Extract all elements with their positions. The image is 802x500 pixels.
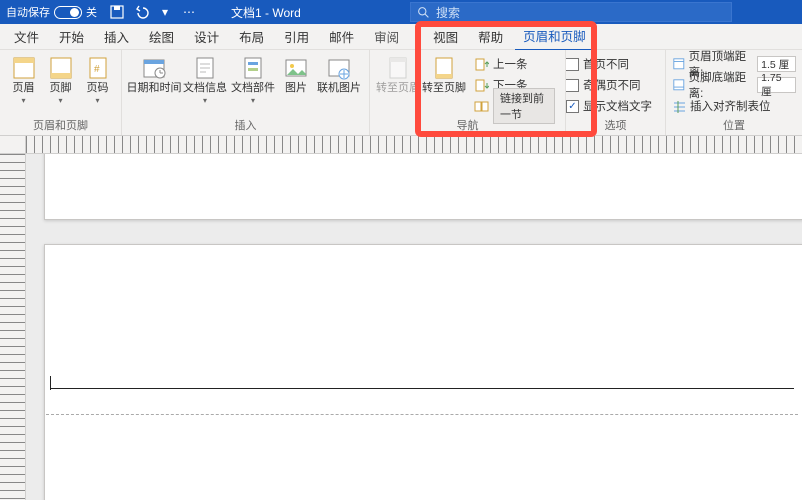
switch-icon [54, 6, 82, 19]
tab-view[interactable]: 视图 [425, 23, 466, 50]
tab-home[interactable]: 开始 [51, 23, 92, 50]
quick-access-toolbar: ▾ ⋯ [109, 4, 197, 20]
group-options: 首页不同 奇偶页不同 ✓ 显示文档文字 选项 [566, 50, 666, 135]
document-canvas[interactable] [26, 154, 802, 500]
group-label: 导航 [370, 116, 565, 135]
group-label: 插入 [122, 116, 369, 135]
group-header-footer: 页眉▾ 页脚▾ # 页码▾ 页眉和页脚 [0, 50, 122, 135]
tab-insert[interactable]: 插入 [96, 23, 137, 50]
tab-header-footer[interactable]: 页眉和页脚 [515, 22, 594, 51]
horizontal-ruler[interactable] [0, 136, 802, 154]
tab-mailings[interactable]: 邮件 [321, 23, 362, 50]
title-bar: 自动保存 关 ▾ ⋯ 文档1 - Word 搜索 [0, 0, 802, 24]
first-page-different-checkbox[interactable]: 首页不同 [566, 54, 629, 74]
chevron-down-icon: ▾ [21, 96, 25, 105]
footer-button[interactable]: 页脚▾ [43, 54, 78, 107]
online-pictures-icon [326, 56, 352, 80]
group-position: 页眉顶端距离: 1.5 厘 页脚底端距离: 1.75 厘 插入对齐制表位 位置 [666, 50, 802, 135]
page-number-button[interactable]: # 页码▾ [80, 54, 115, 107]
chevron-down-icon: ▾ [203, 96, 207, 105]
search-placeholder: 搜索 [436, 4, 460, 21]
checkbox-icon [566, 58, 579, 71]
save-icon[interactable] [109, 4, 125, 20]
ruler-corner [0, 136, 26, 153]
quick-parts-button[interactable]: 文档部件▾ [230, 54, 276, 107]
header-distance-value[interactable]: 1.5 厘 [757, 56, 796, 72]
doc-info-icon [192, 56, 218, 80]
header-boundary [46, 414, 798, 415]
chevron-down-icon: ▾ [58, 96, 62, 105]
vertical-ruler[interactable] [0, 154, 26, 500]
goto-header-icon [385, 56, 411, 80]
arrow-up-icon [474, 57, 489, 72]
autosave-toggle[interactable]: 自动保存 关 [6, 4, 97, 20]
tab-design[interactable]: 设计 [186, 23, 227, 50]
page-previous [44, 154, 802, 220]
header-button[interactable]: 页眉▾ [6, 54, 41, 107]
group-label: 位置 [666, 116, 802, 135]
insert-alignment-tab-button[interactable]: 插入对齐制表位 [672, 96, 771, 116]
date-time-button[interactable]: 日期和时间 [128, 54, 180, 96]
checkbox-icon: ✓ [566, 100, 579, 113]
redo-dropdown-icon[interactable]: ▾ [157, 4, 173, 20]
footer-icon [48, 56, 74, 80]
search-icon [417, 6, 430, 19]
header-icon [11, 56, 37, 80]
search-box[interactable]: 搜索 [410, 2, 732, 22]
goto-header-button: 转至页眉 [376, 54, 420, 96]
group-navigation: 转至页眉 转至页脚 上一条 下一条 链接到前一节 [370, 50, 566, 135]
picture-icon [283, 56, 309, 80]
chevron-down-icon: ▾ [95, 96, 99, 105]
group-label: 页眉和页脚 [0, 116, 121, 135]
tab-review[interactable]: 审阅 [366, 23, 407, 50]
arrow-down-icon [474, 78, 489, 93]
svg-text:#: # [94, 64, 100, 75]
ribbon-tabs: 文件 开始 插入 绘图 设计 布局 引用 邮件 审阅 视图 帮助 页眉和页脚 [0, 24, 802, 50]
footer-from-bottom-row[interactable]: 页脚底端距离: 1.75 厘 [672, 75, 796, 95]
show-doc-text-checkbox[interactable]: ✓ 显示文档文字 [566, 96, 652, 116]
calendar-icon [141, 56, 167, 80]
tab-file[interactable]: 文件 [6, 23, 47, 50]
autosave-state: 关 [86, 4, 97, 20]
footer-distance-value[interactable]: 1.75 厘 [757, 77, 796, 93]
goto-footer-icon [431, 56, 457, 80]
previous-button[interactable]: 上一条 [470, 54, 559, 74]
group-insert: 日期和时间 文档信息▾ 文档部件▾ 图片 联机图片 插入 [122, 50, 370, 135]
link-to-previous-button[interactable]: 链接到前一节 [470, 96, 559, 116]
link-icon [474, 99, 489, 114]
footer-distance-icon [672, 78, 686, 93]
qat-customize-icon[interactable]: ⋯ [181, 4, 197, 20]
tab-layout[interactable]: 布局 [231, 23, 272, 50]
picture-button[interactable]: 图片 [278, 54, 314, 96]
tab-references[interactable]: 引用 [276, 23, 317, 50]
workspace [0, 154, 802, 500]
doc-info-button[interactable]: 文档信息▾ [182, 54, 228, 107]
header-underline [50, 388, 794, 389]
goto-footer-button[interactable]: 转至页脚 [422, 54, 466, 96]
ribbon: 页眉▾ 页脚▾ # 页码▾ 页眉和页脚 日期和时间 文档信息▾ [0, 50, 802, 136]
chevron-down-icon: ▾ [251, 96, 255, 105]
tab-help[interactable]: 帮助 [470, 23, 511, 50]
online-pictures-button[interactable]: 联机图片 [316, 54, 362, 96]
quick-parts-icon [240, 56, 266, 80]
page-current [44, 244, 802, 500]
autosave-label: 自动保存 [6, 4, 50, 20]
undo-icon[interactable] [133, 4, 149, 20]
page-number-icon: # [85, 56, 111, 80]
header-distance-icon [672, 57, 686, 72]
tab-draw[interactable]: 绘图 [141, 23, 182, 50]
checkbox-icon [566, 79, 579, 92]
odd-even-different-checkbox[interactable]: 奇偶页不同 [566, 75, 641, 95]
document-title: 文档1 - Word [231, 4, 301, 21]
group-label: 选项 [566, 116, 665, 135]
ruler-ticks [26, 136, 802, 153]
tab-icon [672, 99, 687, 114]
